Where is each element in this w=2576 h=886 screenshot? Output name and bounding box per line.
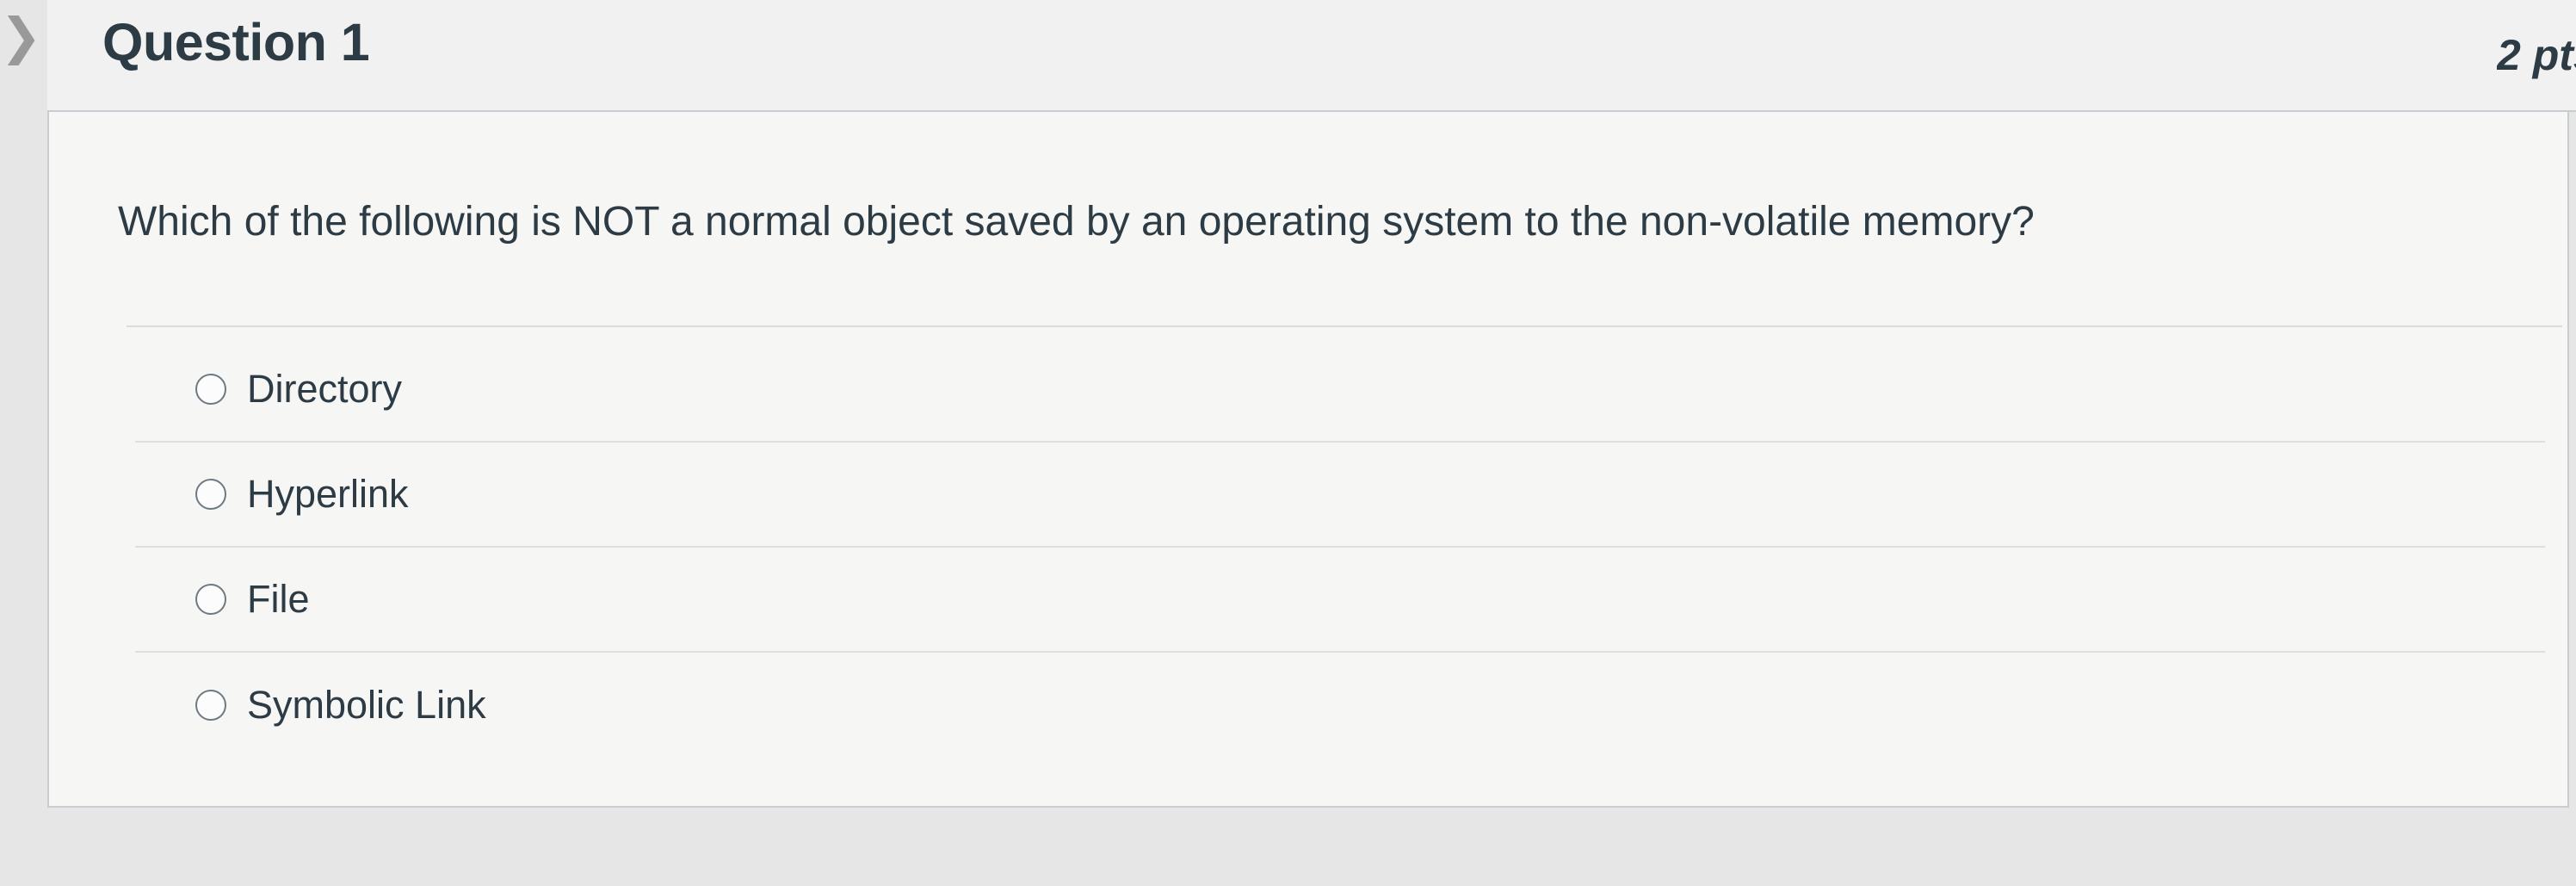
question-body: Which of the following is NOT a normal o…	[47, 112, 2569, 808]
answer-label[interactable]: Symbolic Link	[247, 683, 486, 728]
answer-option-file[interactable]: File	[135, 548, 2545, 653]
question-points: 2 pts	[2497, 31, 2576, 79]
question-text: Which of the following is NOT a normal o…	[118, 199, 2035, 245]
question-header: Question 1 2 pts	[47, 0, 2576, 112]
chevron-right-icon[interactable]: ❯	[0, 12, 42, 62]
radio-unchecked-icon[interactable]	[195, 479, 226, 510]
radio-unchecked-icon[interactable]	[195, 690, 226, 721]
answer-list: Directory Hyperlink File Symbolic Link	[135, 338, 2545, 758]
radio-unchecked-icon[interactable]	[195, 374, 226, 405]
answer-label[interactable]: Hyperlink	[247, 472, 409, 517]
answer-option-directory[interactable]: Directory	[135, 338, 2545, 443]
answer-label[interactable]: Directory	[247, 367, 402, 412]
question-title: Question 1	[102, 13, 370, 71]
divider	[127, 325, 2562, 327]
answer-option-hyperlink[interactable]: Hyperlink	[135, 443, 2545, 548]
answer-label[interactable]: File	[247, 577, 310, 622]
answer-option-symbolic-link[interactable]: Symbolic Link	[135, 653, 2545, 758]
radio-unchecked-icon[interactable]	[195, 584, 226, 615]
